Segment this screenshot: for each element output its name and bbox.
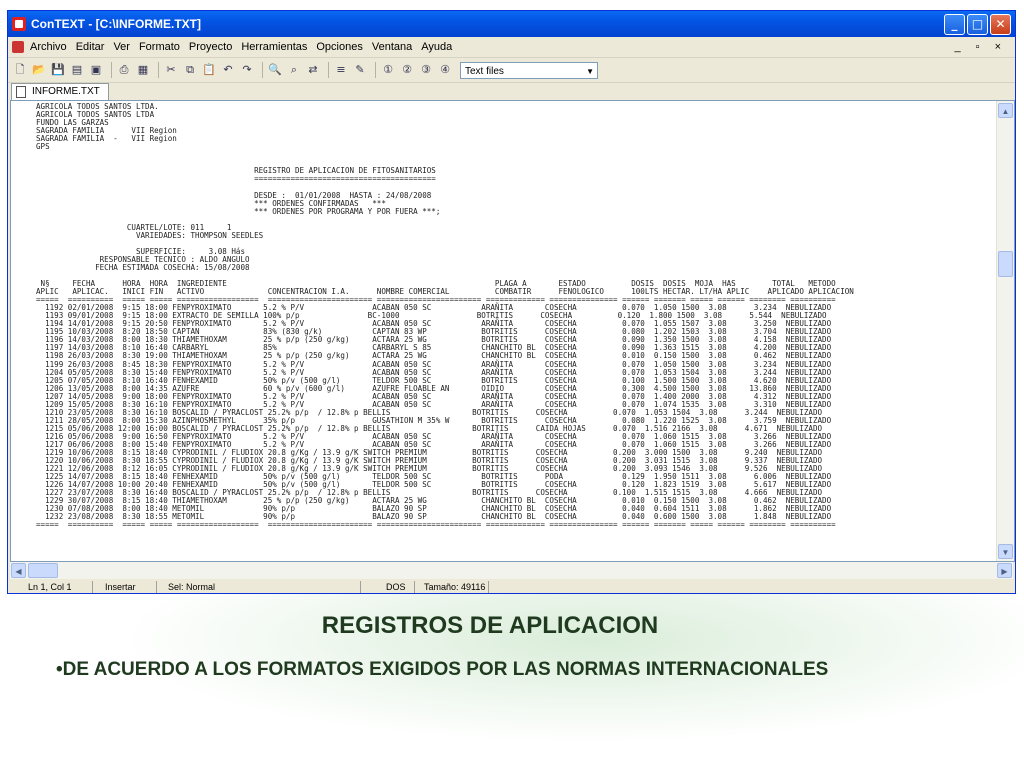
status-size: Tamaño: 49116 — [424, 582, 486, 592]
editor-line: AGRICOLA TODOS SANTOS LTDA. — [36, 103, 159, 111]
chevron-down-icon: ▼ — [586, 66, 594, 76]
status-divider — [360, 581, 361, 593]
menu-formato[interactable]: Formato — [139, 41, 180, 53]
maximize-button[interactable]: □ — [967, 13, 988, 35]
redo-icon[interactable]: ↷ — [239, 62, 255, 78]
vertical-scroll-thumb[interactable] — [998, 251, 1013, 277]
menu-proyecto[interactable]: Proyecto — [189, 41, 232, 53]
editor-line: ===== ========== ===== ===== ===========… — [36, 520, 836, 530]
print-icon[interactable]: ⎙ — [116, 62, 132, 78]
editor-line: AGRICOLA TODOS SANTOS LTDA — [36, 110, 155, 120]
document-icon — [16, 86, 26, 98]
menu-opciones[interactable]: Opciones — [316, 41, 362, 53]
replace-icon[interactable]: ⇄ — [305, 62, 321, 78]
user-exec-3-icon[interactable]: ③ — [418, 62, 434, 78]
document-menu-icon[interactable] — [12, 41, 24, 53]
find-next-icon[interactable]: ⌕ — [286, 62, 302, 78]
scroll-left-icon[interactable]: ◀ — [11, 563, 26, 578]
word-wrap-icon[interactable]: ≡ — [333, 62, 349, 78]
save-all-icon[interactable]: ▤ — [69, 62, 85, 78]
print-preview-icon[interactable]: ▦ — [135, 62, 151, 78]
menu-ayuda[interactable]: Ayuda — [421, 41, 452, 53]
scroll-right-icon[interactable]: ▶ — [997, 563, 1012, 578]
app-window: ConTEXT - [C:\INFORME.TXT] _ □ ✕ Archivo… — [7, 10, 1016, 594]
tab-label: INFORME.TXT — [32, 86, 100, 97]
paste-icon[interactable]: 📋 — [201, 62, 217, 78]
user-exec-1-icon[interactable]: ① — [380, 62, 396, 78]
status-divider — [488, 581, 489, 593]
file-type-value: Text files — [465, 65, 504, 77]
status-divider — [156, 581, 157, 593]
close-file-icon[interactable]: ▣ — [88, 62, 104, 78]
save-icon[interactable]: 💾 — [50, 62, 66, 78]
editor-line: SAGRADA FAMILIA - VII Region — [36, 134, 177, 144]
document-tabs: INFORME.TXT — [8, 83, 1015, 100]
toolbar-separator — [111, 62, 112, 78]
menu-editar[interactable]: Editar — [76, 41, 105, 53]
document-window-controls[interactable]: _ ▫ × — [954, 41, 1007, 53]
scroll-down-icon[interactable]: ▼ — [998, 544, 1013, 559]
menu-herramientas[interactable]: Herramientas — [241, 41, 307, 53]
window-controls: _ □ ✕ — [944, 13, 1011, 35]
text-editor[interactable]: AGRICOLA TODOS SANTOS LTDA. AGRICOLA TODO… — [10, 100, 1015, 562]
slide-subheading: •DE ACUERDO A LOS FORMATOS EXIGIDOS POR … — [56, 659, 829, 680]
cut-icon[interactable]: ✂ — [163, 62, 179, 78]
new-file-icon[interactable]: 🗋 — [12, 62, 28, 78]
find-icon[interactable]: 🔍 — [267, 62, 283, 78]
scroll-up-icon[interactable]: ▲ — [998, 103, 1013, 118]
editor-content[interactable]: AGRICOLA TODOS SANTOS LTDA. AGRICOLA TODO… — [36, 103, 996, 561]
editor-line: *** ORDENES POR PROGRAMA Y POR FUERA ***… — [36, 206, 441, 216]
undo-icon[interactable]: ↶ — [220, 62, 236, 78]
user-exec-2-icon[interactable]: ② — [399, 62, 415, 78]
options-icon[interactable]: ✎ — [352, 62, 368, 78]
toolbar-separator — [262, 62, 263, 78]
window-title: ConTEXT - [C:\INFORME.TXT] — [31, 17, 201, 31]
status-position: Ln 1, Col 1 — [28, 582, 72, 592]
menu-ventana[interactable]: Ventana — [372, 41, 412, 53]
vertical-scrollbar[interactable]: ▲ ▼ — [996, 101, 1014, 561]
status-divider — [92, 581, 93, 593]
app-icon — [12, 17, 26, 31]
toolbar-separator — [375, 62, 376, 78]
slide-heading: REGISTROS DE APLICACION — [321, 612, 659, 639]
status-mode: Insertar — [105, 582, 136, 592]
file-type-select[interactable]: Text files ▼ — [460, 61, 598, 79]
editor-line: FUNDO LAS GARZAS — [36, 118, 109, 128]
menu-archivo[interactable]: Archivo — [30, 41, 67, 53]
minimize-button[interactable]: _ — [944, 13, 965, 35]
close-button[interactable]: ✕ — [990, 13, 1011, 35]
menu-bar: Archivo Editar Ver Formato Proyecto Herr… — [8, 37, 1015, 58]
tab-informe-txt[interactable]: INFORME.TXT — [11, 83, 109, 100]
title-bar: ConTEXT - [C:\INFORME.TXT] _ □ ✕ — [8, 11, 1015, 37]
copy-icon[interactable]: ⧉ — [182, 62, 198, 78]
toolbar: 🗋 📂 💾 ▤ ▣ ⎙ ▦ ✂ ⧉ 📋 ↶ ↷ 🔍 ⌕ ⇄ ≡ ✎ ① ② ③ … — [8, 58, 1015, 83]
status-bar: Ln 1, Col 1 Insertar Sel: Normal DOS Tam… — [8, 580, 1015, 594]
editor-line: GPS — [36, 142, 50, 152]
status-divider — [414, 581, 415, 593]
toolbar-separator — [328, 62, 329, 78]
status-format: DOS — [386, 582, 406, 592]
editor-line: SAGRADA FAMILIA VII Region — [36, 126, 177, 136]
toolbar-separator — [158, 62, 159, 78]
editor-line: FECHA ESTIMADA COSECHA: 15/08/2008 — [36, 262, 250, 272]
editor-line: ======================================== — [36, 174, 436, 184]
editor-line: VARIEDADES: THOMPSON SEEDLES — [36, 230, 264, 240]
open-folder-icon[interactable]: 📂 — [31, 62, 47, 78]
status-selection: Sel: Normal — [168, 582, 216, 592]
menu-ver[interactable]: Ver — [113, 41, 130, 53]
user-exec-4-icon[interactable]: ④ — [437, 62, 453, 78]
horizontal-scroll-thumb[interactable] — [28, 563, 58, 578]
horizontal-scrollbar[interactable]: ◀ ▶ — [10, 562, 1013, 579]
